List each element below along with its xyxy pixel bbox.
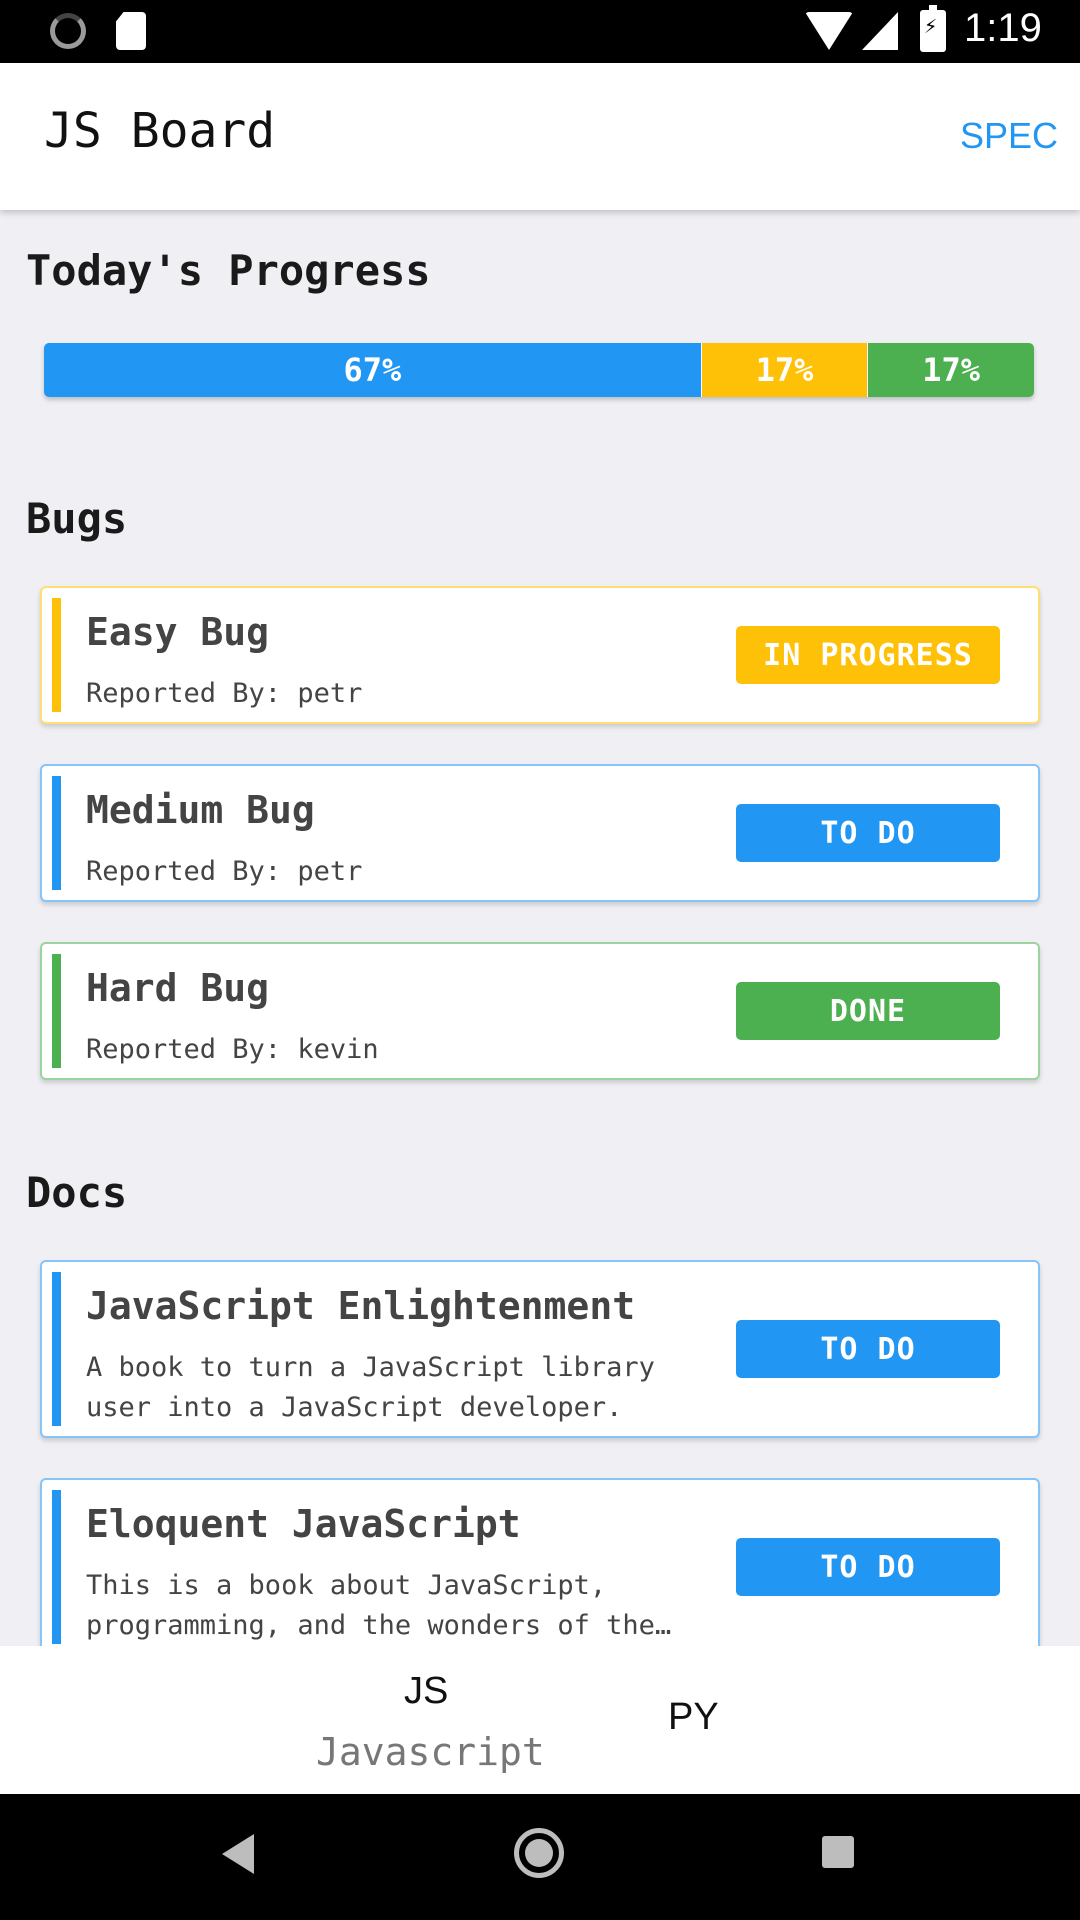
bug-reporter: Reported By: petr: [86, 856, 363, 887]
app-bar: JS Board SPEC: [0, 63, 1080, 210]
status-badge[interactable]: IN PROGRESS: [736, 626, 1000, 684]
status-stripe: [52, 1272, 61, 1426]
status-stripe: [52, 776, 61, 890]
progress-section-title: Today's Progress: [26, 246, 431, 295]
home-icon[interactable]: [514, 1828, 564, 1878]
progress-segment-done: 17%: [867, 343, 1034, 397]
tab-js-icon[interactable]: JS: [404, 1670, 448, 1713]
bug-title: Hard Bug: [86, 966, 270, 1010]
doc-description: This is a book about JavaScript, program…: [86, 1570, 655, 1641]
tab-js-label[interactable]: Javascript: [316, 1730, 545, 1774]
back-icon[interactable]: [222, 1834, 254, 1874]
app-title: JS Board: [44, 103, 276, 159]
spec-button[interactable]: SPEC: [960, 115, 1058, 157]
status-badge[interactable]: TO DO: [736, 804, 1000, 862]
doc-card[interactable]: JavaScript Enlightenment A book to turn …: [40, 1260, 1040, 1438]
bug-card[interactable]: Medium Bug Reported By: petr TO DO: [40, 764, 1040, 902]
status-badge[interactable]: DONE: [736, 982, 1000, 1040]
progress-segment-in-progress: 17%: [700, 343, 868, 397]
doc-card[interactable]: Eloquent JavaScript This is a book about…: [40, 1478, 1040, 1646]
tab-py-icon[interactable]: PY: [668, 1696, 719, 1739]
bug-card[interactable]: Easy Bug Reported By: petr IN PROGRESS: [40, 586, 1040, 724]
status-time: 1:19: [964, 6, 1042, 50]
progress-bar: 67% 17% 17%: [44, 343, 1034, 397]
system-nav-bar: [0, 1794, 1080, 1920]
status-stripe: [52, 1490, 61, 1644]
progress-segment-todo: 67%: [44, 343, 701, 397]
status-badge[interactable]: TO DO: [736, 1320, 1000, 1378]
bug-reporter: Reported By: kevin: [86, 1034, 379, 1065]
status-badge[interactable]: TO DO: [736, 1538, 1000, 1596]
bug-title: Medium Bug: [86, 788, 315, 832]
loading-icon: [50, 13, 86, 49]
status-stripe: [52, 954, 61, 1068]
cellular-signal-icon: [862, 12, 898, 50]
wifi-icon: [805, 12, 853, 50]
doc-title: Eloquent JavaScript: [86, 1502, 521, 1546]
status-bar: 1:19: [0, 0, 1080, 63]
doc-description: A book to turn a JavaScript library user…: [86, 1352, 655, 1423]
status-stripe: [52, 598, 61, 712]
bug-title: Easy Bug: [86, 610, 270, 654]
bug-reporter: Reported By: petr: [86, 678, 363, 709]
battery-charging-icon: [920, 5, 946, 52]
sd-card-icon: [116, 12, 146, 50]
recent-apps-icon[interactable]: [822, 1836, 854, 1868]
bug-card[interactable]: Hard Bug Reported By: kevin DONE: [40, 942, 1040, 1080]
doc-title: JavaScript Enlightenment: [86, 1284, 636, 1328]
bugs-section-title: Bugs: [26, 494, 128, 543]
bottom-tab-bar: JS Javascript PY: [0, 1646, 1080, 1794]
docs-section-title: Docs: [26, 1168, 128, 1217]
board-content[interactable]: Today's Progress 67% 17% 17% Bugs Easy B…: [0, 210, 1080, 1646]
